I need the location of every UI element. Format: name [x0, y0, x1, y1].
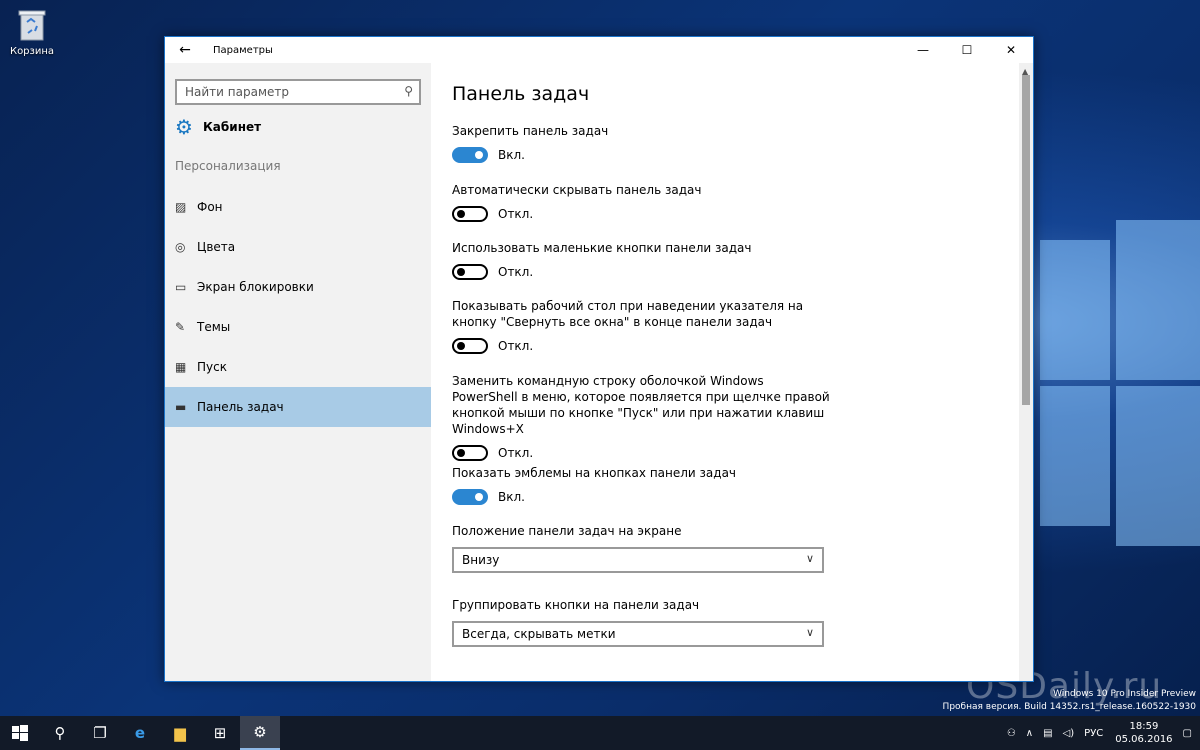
sidebar: Найти параметр ⚲ ⚙ Кабинет Персонализаци…: [165, 63, 431, 681]
position-dropdown[interactable]: Внизу ∨: [452, 547, 824, 573]
store-icon[interactable]: ⊞: [200, 716, 240, 750]
sidebar-item-label: Экран блокировки: [197, 280, 314, 294]
toggle-state: Откл.: [498, 446, 534, 460]
toggle-switch[interactable]: [452, 489, 488, 505]
watermark-build: Пробная версия. Build 14352.rs1_release.…: [942, 702, 1196, 712]
setting-label: Группировать кнопки на панели задач: [452, 598, 700, 612]
search-icon[interactable]: ⚲: [40, 716, 80, 750]
scrollbar[interactable]: ▲: [1019, 63, 1033, 681]
setting-label: Показывать рабочий стол при наведении ук…: [452, 299, 804, 329]
setting-label: Заменить командную строку оболочкой Wind…: [452, 374, 830, 436]
setting-autohide: Автоматически скрывать панель задач Откл…: [452, 182, 832, 222]
nav-list: ▨ Фон ◎ Цвета ▭ Экран блокировки ✎ Темы …: [165, 187, 431, 427]
setting-powershell: Заменить командную строку оболочкой Wind…: [452, 373, 832, 461]
clock[interactable]: 18:59 05.06.2016: [1115, 720, 1172, 746]
task-view-icon[interactable]: ❐: [80, 716, 120, 750]
lockscreen-icon: ▭: [175, 280, 187, 294]
recycle-bin-label: Корзина: [9, 46, 55, 57]
minimize-button[interactable]: —: [901, 37, 945, 63]
setting-lock-taskbar: Закрепить панель задач Вкл.: [452, 123, 832, 163]
setting-position: Положение панели задач на экране Внизу ∨: [452, 523, 832, 573]
sidebar-item-label: Темы: [197, 320, 231, 334]
watermark-edition: Windows 10 Pro Insider Preview: [1053, 689, 1196, 699]
start-button[interactable]: [0, 716, 40, 750]
sidebar-item-themes[interactable]: ✎ Темы: [165, 307, 431, 347]
home-link[interactable]: ⚙ Кабинет: [175, 115, 261, 139]
setting-small-buttons: Использовать маленькие кнопки панели зад…: [452, 240, 832, 280]
taskbar-icon: ▬: [175, 400, 187, 414]
settings-app-icon[interactable]: ⚙: [240, 716, 280, 750]
toggle-switch[interactable]: [452, 445, 488, 461]
people-icon[interactable]: ⚇: [1007, 728, 1016, 739]
file-explorer-icon[interactable]: ▆: [160, 716, 200, 750]
palette-icon: ◎: [175, 240, 186, 254]
back-arrow-icon[interactable]: ←: [165, 42, 205, 58]
window-title: Параметры: [213, 44, 273, 56]
toggle-switch[interactable]: [452, 264, 488, 280]
notifications-icon[interactable]: ▢: [1183, 728, 1192, 739]
dropdown-value: Всегда, скрывать метки: [462, 627, 616, 641]
close-button[interactable]: ✕: [989, 37, 1033, 63]
start-icon: ▦: [175, 360, 187, 374]
toggle-state: Вкл.: [498, 490, 525, 504]
setting-peek: Показывать рабочий стол при наведении ук…: [452, 298, 832, 354]
section-heading: Персонализация: [175, 159, 281, 173]
sidebar-item-taskbar[interactable]: ▬ Панель задач: [165, 387, 431, 427]
main-content: Панель задач Закрепить панель задач Вкл.…: [431, 63, 1021, 681]
recycle-bin[interactable]: Корзина: [8, 4, 56, 57]
search-placeholder: Найти параметр: [185, 85, 289, 99]
maximize-button[interactable]: ☐: [945, 37, 989, 63]
clock-date: 05.06.2016: [1115, 734, 1173, 745]
toggle-state: Вкл.: [498, 148, 525, 162]
toggle-state: Откл.: [498, 265, 534, 279]
toggle-state: Откл.: [498, 207, 534, 221]
chevron-up-icon[interactable]: ∧: [1026, 728, 1033, 739]
setting-label: Положение панели задач на экране: [452, 524, 682, 538]
search-icon[interactable]: ⚲: [404, 84, 413, 98]
setting-label: Автоматически скрывать панель задач: [452, 183, 702, 197]
sidebar-item-label: Пуск: [197, 360, 227, 374]
page-title: Панель задач: [452, 83, 590, 105]
grouping-dropdown[interactable]: Всегда, скрывать метки ∨: [452, 621, 824, 647]
home-label: Кабинет: [203, 120, 262, 134]
scrollbar-thumb[interactable]: [1022, 75, 1030, 405]
title-bar: ← Параметры — ☐ ✕: [165, 37, 1033, 63]
sidebar-item-start[interactable]: ▦ Пуск: [165, 347, 431, 387]
sidebar-item-label: Фон: [197, 200, 223, 214]
clock-time: 18:59: [1129, 721, 1159, 732]
sidebar-item-colors[interactable]: ◎ Цвета: [165, 227, 431, 267]
chevron-down-icon: ∨: [805, 626, 814, 639]
setting-badges: Показать эмблемы на кнопках панели задач…: [452, 465, 832, 505]
build-watermark: Windows 10 Pro Insider Preview Пробная в…: [943, 688, 1196, 714]
sidebar-item-label: Панель задач: [197, 400, 284, 414]
settings-window: ← Параметры — ☐ ✕ Найти параметр ⚲ ⚙ Каб…: [164, 36, 1034, 682]
windows-icon: [12, 725, 28, 741]
network-icon[interactable]: ▤: [1043, 728, 1052, 739]
setting-label: Использовать маленькие кнопки панели зад…: [452, 241, 752, 255]
search-input[interactable]: Найти параметр ⚲: [175, 79, 421, 105]
sidebar-item-lockscreen[interactable]: ▭ Экран блокировки: [165, 267, 431, 307]
gear-icon: ⚙: [175, 115, 193, 139]
system-tray: ⚇ ∧ ▤ ◁) РУС 18:59 05.06.2016 ▢: [997, 716, 1192, 750]
themes-icon: ✎: [175, 320, 186, 334]
toggle-state: Откл.: [498, 339, 534, 353]
sidebar-item-background[interactable]: ▨ Фон: [165, 187, 431, 227]
recycle-bin-icon: [17, 8, 47, 42]
chevron-down-icon: ∨: [805, 552, 814, 565]
windows-logo-wallpaper: [1030, 200, 1200, 600]
image-icon: ▨: [175, 200, 187, 214]
setting-grouping: Группировать кнопки на панели задач Всег…: [452, 597, 832, 647]
dropdown-value: Внизу: [462, 553, 500, 567]
taskbar: ⚲ ❐ e ▆ ⊞ ⚙ ⚇ ∧ ▤ ◁) РУС 18:59 05.06.201…: [0, 716, 1200, 750]
setting-label: Показать эмблемы на кнопках панели задач: [452, 466, 737, 480]
setting-label: Закрепить панель задач: [452, 124, 609, 138]
edge-icon[interactable]: e: [120, 716, 160, 750]
language-indicator[interactable]: РУС: [1084, 728, 1103, 739]
toggle-switch[interactable]: [452, 338, 488, 354]
toggle-switch[interactable]: [452, 147, 488, 163]
volume-icon[interactable]: ◁): [1063, 728, 1075, 739]
sidebar-item-label: Цвета: [197, 240, 236, 254]
toggle-switch[interactable]: [452, 206, 488, 222]
